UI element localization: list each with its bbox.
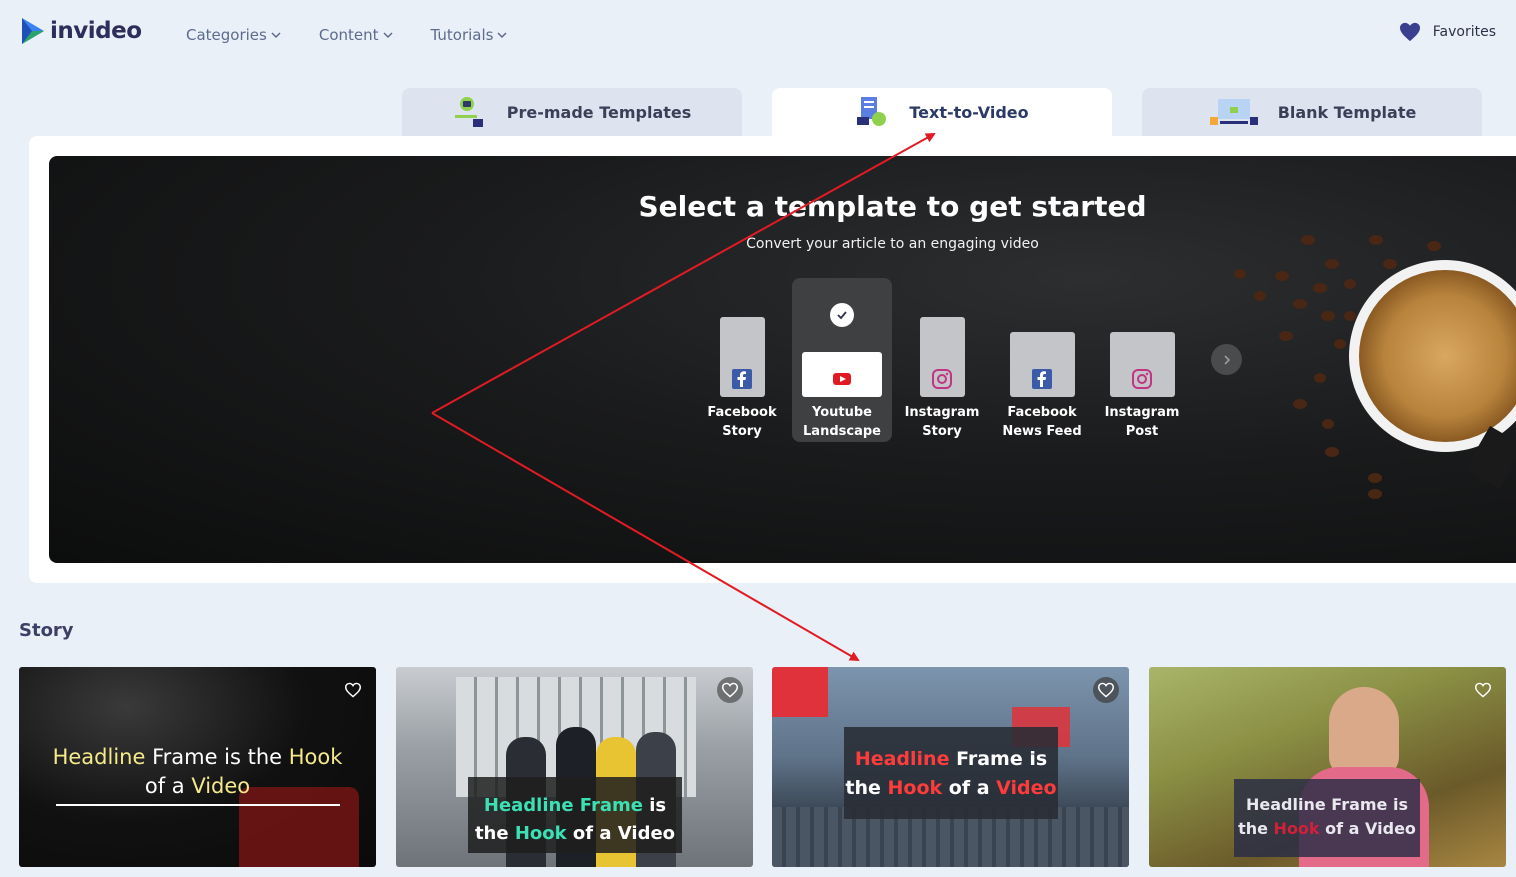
nav-tutorials[interactable]: Tutorials: [431, 26, 508, 44]
pre-made-templates-icon: [454, 97, 483, 127]
format-preview: [802, 352, 882, 397]
template-card[interactable]: Headline Frame is the Hook of a Video: [772, 667, 1129, 867]
text-to-video-icon: [857, 97, 887, 126]
format-label: Facebook News Feed: [1002, 405, 1082, 439]
format-label: Youtube Landscape: [803, 405, 881, 439]
tab-pre-made-templates-label: Pre-made Templates: [506, 102, 692, 122]
format-facebook-story[interactable]: Facebook Story: [692, 317, 792, 441]
favorites-link[interactable]: Favorites: [1399, 22, 1496, 42]
card-headline: Headline Frame is the Hook of a Video: [52, 745, 343, 798]
card-accent-shape: [772, 667, 828, 717]
card-headline: Headline Frame is the Hook of a Video: [845, 748, 1057, 799]
favorite-button[interactable]: [717, 677, 743, 703]
favorite-button[interactable]: [1470, 677, 1496, 703]
main-nav: Categories Content Tutorials: [186, 26, 508, 44]
format-instagram-post[interactable]: Instagram Post: [1092, 332, 1192, 441]
favorites-label: Favorites: [1432, 24, 1496, 40]
heart-outline-icon: [1474, 682, 1492, 698]
instagram-icon: [1132, 369, 1152, 389]
format-facebook-news-feed[interactable]: Facebook News Feed: [992, 332, 1092, 441]
template-card[interactable]: Headline Frame is the Hook of a Video: [396, 667, 753, 867]
invideo-logo[interactable]: invideo: [18, 16, 142, 46]
facebook-icon: [1032, 369, 1052, 389]
format-label: Facebook Story: [707, 405, 777, 439]
format-preview: [719, 317, 765, 397]
heart-outline-icon: [721, 682, 739, 698]
brand-name: invideo: [50, 18, 142, 44]
next-formats-button[interactable]: [1211, 344, 1242, 375]
nav-categories-label: Categories: [186, 26, 267, 44]
blank-template-icon: [1209, 99, 1258, 125]
template-card[interactable]: Headline Frame is the Hook of a Video: [19, 667, 376, 867]
hero-title: Select a template to get started: [638, 190, 1147, 223]
top-bar: invideo Categories Content Tutorials Fav…: [0, 0, 1516, 70]
section-title-story: Story: [19, 620, 74, 641]
favorite-button[interactable]: [1093, 677, 1119, 703]
format-preview: [1009, 332, 1075, 397]
card-headline: Headline Frame is the Hook of a Video: [474, 795, 676, 844]
tab-blank-template[interactable]: Blank Template: [1142, 88, 1482, 136]
chevron-down-icon: [271, 32, 281, 39]
favorite-button[interactable]: [340, 677, 366, 703]
format-instagram-story[interactable]: Instagram Story: [892, 317, 992, 441]
format-youtube-landscape[interactable]: Youtube Landscape: [792, 278, 892, 442]
tab-blank-template-label: Blank Template: [1277, 102, 1417, 122]
nav-content[interactable]: Content: [319, 26, 393, 44]
format-preview: [1109, 332, 1175, 397]
nav-categories[interactable]: Categories: [186, 26, 281, 44]
nav-content-label: Content: [318, 26, 379, 44]
card-headline: Headline Frame is the Hook of a Video: [1238, 795, 1416, 838]
invideo-logo-icon: [22, 18, 44, 44]
chevron-right-icon: [1223, 354, 1230, 365]
tab-text-to-video-label: Text-to-Video: [909, 102, 1029, 122]
facebook-icon: [732, 369, 752, 389]
tab-text-to-video[interactable]: Text-to-Video: [772, 88, 1112, 136]
heart-outline-icon: [1097, 682, 1115, 698]
youtube-icon: [833, 373, 851, 385]
selected-check-icon: [830, 303, 854, 327]
card-person-face: [1329, 687, 1399, 777]
format-label: Instagram Post: [1104, 405, 1180, 439]
template-card[interactable]: Headline Frame is the Hook of a Video: [1149, 667, 1506, 867]
nav-tutorials-label: Tutorials: [430, 26, 494, 44]
heart-icon: [1399, 22, 1420, 42]
chevron-down-icon: [497, 32, 508, 39]
format-label: Instagram Story: [904, 405, 980, 439]
instagram-icon: [932, 369, 952, 389]
chevron-down-icon: [382, 32, 393, 39]
card-underline: [56, 804, 340, 806]
heart-outline-icon: [344, 682, 362, 698]
format-preview: [919, 317, 965, 397]
hero-subtitle: Convert your article to an engaging vide…: [746, 236, 1039, 252]
tab-pre-made-templates[interactable]: Pre-made Templates: [402, 88, 742, 136]
